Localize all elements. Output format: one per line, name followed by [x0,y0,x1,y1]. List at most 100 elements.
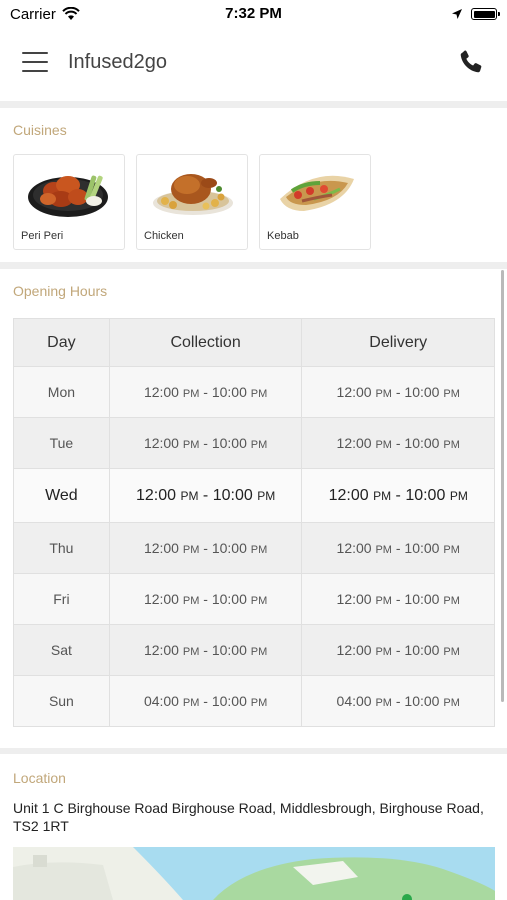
day-cell: Mon [13,366,110,418]
scrollbar[interactable] [501,270,504,702]
cuisine-card-chicken[interactable]: Chicken [136,154,248,250]
location-title: Location [13,770,66,786]
close-period: PM [250,388,268,400]
day-cell: Fri [13,573,110,625]
table-row: Wed 12:00 PM - 10:00 PM 12:00 PM - 10:00 P… [13,468,495,523]
close-period: PM [257,488,276,503]
time-separator: - [198,486,213,504]
time-separator: - [199,540,212,556]
delivery-hours-cell: 12:00 PM - 10:00 PM [301,468,495,523]
battery-icon [471,8,500,20]
open-time: 12:00 [336,591,372,607]
open-period: PM [180,488,199,503]
cuisine-card-peri-peri[interactable]: Peri Peri [13,154,125,250]
close-time: 10:00 [211,435,247,451]
location-address: Unit 1 C Birghouse Road Birghouse Road, … [13,800,484,834]
open-time: 12:00 [143,435,179,451]
close-period: PM [443,697,460,709]
cuisine-label: Peri Peri [21,230,64,242]
delivery-hours-cell: 12:00 PM - 10:00 PM [301,624,495,676]
close-time: 10:00 [404,384,440,400]
close-period: PM [250,697,268,709]
close-time: 10:00 [212,486,253,504]
cuisine-label: Chicken [144,230,184,242]
open-period: PM [182,439,200,451]
close-time: 10:00 [404,540,440,556]
table-row: Fri 12:00 PM - 10:00 PM 12:00 PM - 10:00 P… [13,573,495,625]
collection-hours-cell: 12:00 PM - 10:00 PM [108,522,303,574]
hamburger-menu-icon[interactable] [22,52,48,72]
cuisine-card-kebab[interactable]: Kebab [259,154,371,250]
day-cell: Sun [13,675,110,727]
open-period: PM [375,646,392,658]
open-period: PM [375,595,392,607]
status-right [451,8,500,20]
time-separator: - [391,693,405,709]
peri-peri-wings-image [28,175,108,217]
open-period: PM [182,388,200,400]
open-time: 12:00 [143,642,179,658]
close-period: PM [443,646,460,658]
status-left: Carrier [10,6,80,23]
opening-hours-table: Day Collection Delivery Mon 12:00 PM - 10… [13,318,495,727]
section-divider [0,101,507,108]
close-time: 10:00 [404,591,440,607]
app-title: Infused2go [68,50,167,73]
open-time: 12:00 [143,384,179,400]
table-header-row: Day Collection Delivery [13,318,495,367]
table-row: Tue 12:00 PM - 10:00 PM 12:00 PM - 10:00 P… [13,417,495,469]
close-time: 10:00 [211,591,247,607]
close-period: PM [443,439,460,451]
collection-hours-cell: 04:00 PM - 10:00 PM [108,675,303,727]
time-separator: - [391,642,405,658]
day-cell: Wed [13,468,110,523]
collection-hours-cell: 12:00 PM - 10:00 PM [108,624,303,676]
delivery-hours-cell: 12:00 PM - 10:00 PM [301,417,495,469]
close-period: PM [250,544,268,556]
time-separator: - [391,486,406,504]
location-arrow-icon [452,9,462,19]
section-divider [0,748,507,754]
column-header-day: Day [13,318,110,367]
open-time: 12:00 [336,435,372,451]
time-separator: - [199,642,212,658]
close-time: 10:00 [405,486,446,504]
time-separator: - [199,384,212,400]
opening-hours-title: Opening Hours [13,283,108,299]
close-period: PM [443,595,460,607]
collection-hours-cell: 12:00 PM - 10:00 PM [108,366,303,418]
table-row: Mon 12:00 PM - 10:00 PM 12:00 PM - 10:00 P… [13,366,495,418]
close-time: 10:00 [211,642,247,658]
time-separator: - [391,435,405,451]
map-preview[interactable] [13,847,495,900]
opening-hours-body: Mon 12:00 PM - 10:00 PM 12:00 PM - 10:00 P… [13,366,495,727]
time-separator: - [199,693,212,709]
open-time: 12:00 [328,486,369,504]
open-time: 04:00 [336,693,372,709]
open-time: 12:00 [336,642,372,658]
column-header-collection: Collection [108,318,303,367]
status-bar: Carrier 7:32 PM [0,0,507,28]
table-row: Sat 12:00 PM - 10:00 PM 12:00 PM - 10:00 P… [13,624,495,676]
close-period: PM [449,488,468,503]
close-time: 10:00 [211,540,247,556]
delivery-hours-cell: 04:00 PM - 10:00 PM [301,675,495,727]
time-separator: - [391,540,405,556]
time-separator: - [391,384,405,400]
collection-hours-cell: 12:00 PM - 10:00 PM [108,468,303,523]
section-divider [0,262,507,269]
kebab-wrap-image [280,175,354,211]
close-period: PM [250,439,268,451]
app-header: Infused2go [0,30,507,94]
carrier-label: Carrier [10,5,56,23]
open-time: 04:00 [143,693,179,709]
cuisines-title: Cuisines [13,122,67,138]
close-period: PM [250,595,268,607]
roast-chicken-image [153,174,233,215]
delivery-hours-cell: 12:00 PM - 10:00 PM [301,573,495,625]
delivery-hours-cell: 12:00 PM - 10:00 PM [301,522,495,574]
phone-icon[interactable] [457,48,485,76]
open-time: 12:00 [336,540,372,556]
time-separator: - [199,435,212,451]
cuisine-label: Kebab [267,230,299,242]
